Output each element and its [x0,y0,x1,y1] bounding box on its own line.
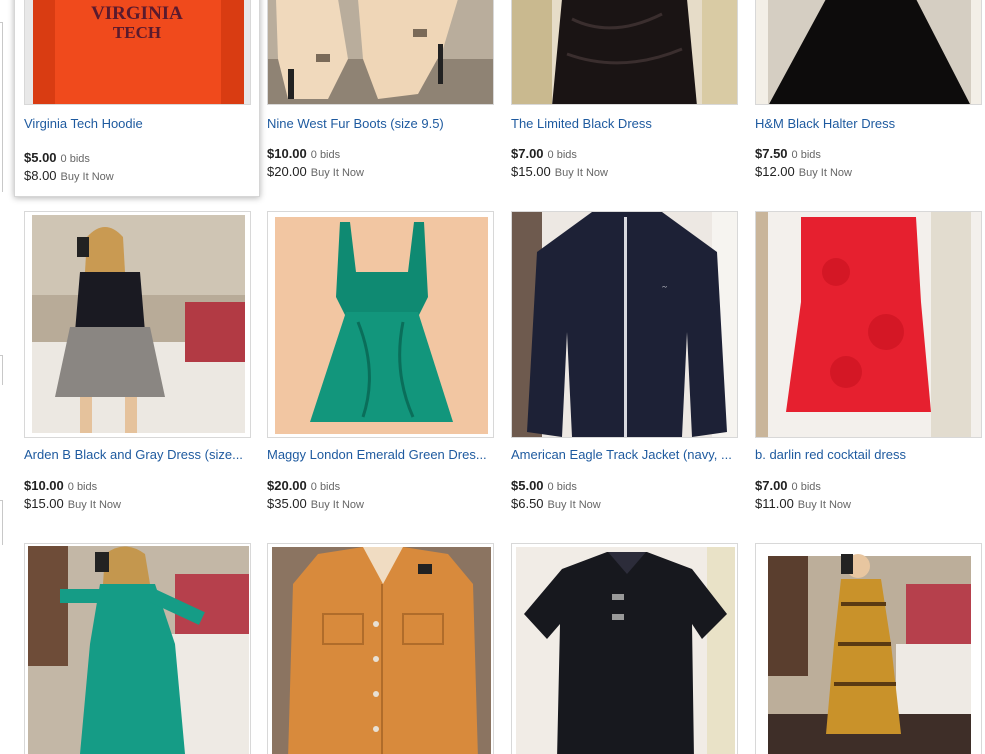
bin-price-line: $20.00 Buy It Now [267,163,364,181]
panel-edge-fragment [0,355,3,385]
listing-image[interactable] [755,211,982,438]
listing-image[interactable]: ~ [511,211,738,438]
bin-price-line: $11.00 Buy It Now [755,495,851,513]
bid-count: 0 bids [791,149,821,161]
bid-count: 0 bids [791,481,821,493]
red-dress-photo [756,212,981,437]
buy-it-now-label[interactable]: Buy It Now [798,499,851,511]
listing-image[interactable]: VIRGINIA TECH [24,0,251,105]
bin-price-line: $6.50 Buy It Now [511,495,601,513]
teal-sweater-dress-photo [25,544,250,754]
buy-it-now-label[interactable]: Buy It Now [311,167,364,179]
bid-count: 0 bids [547,149,577,161]
listing-image[interactable] [267,0,494,105]
panel-edge-fragment [0,22,3,192]
bin-price-line: $15.00 Buy It Now [511,163,608,181]
listing-title[interactable]: H&M Black Halter Dress [755,116,981,131]
listing-image[interactable] [267,211,494,438]
bid-count: 0 bids [310,481,341,493]
listing-title[interactable]: American Eagle Track Jacket (navy, ... [511,447,737,462]
listing-image[interactable] [24,543,251,754]
bin-price: $15.00 [511,164,551,179]
buy-it-now-label[interactable]: Buy It Now [548,499,601,511]
black-top-photo [512,544,737,754]
bid-price: $10.00 [267,146,307,161]
halter-dress-photo [756,0,981,104]
bin-price-line: $8.00 Buy It Now [24,167,114,185]
black-dress-photo [512,0,737,104]
bid-price: $5.00 [24,150,57,165]
listing-title[interactable]: b. darlin red cocktail dress [755,447,981,462]
panel-edge-fragment [0,500,3,545]
listing-image[interactable] [24,211,251,438]
listing-image[interactable] [267,543,494,754]
bid-price-line: $10.00 0 bids [24,477,97,495]
bid-price-line: $7.00 0 bids [755,477,821,495]
bid-price: $5.00 [511,478,544,493]
hoodie-photo: VIRGINIA TECH [25,0,250,104]
bid-count: 0 bids [60,153,90,165]
bid-price-line: $20.00 0 bids [267,477,340,495]
buy-it-now-label[interactable]: Buy It Now [555,167,608,179]
svg-text:~: ~ [662,282,667,292]
listing-image[interactable] [511,0,738,105]
hoodie-print-line2: TECH [113,23,161,42]
bid-count: 0 bids [310,149,341,161]
listing-title[interactable]: Nine West Fur Boots (size 9.5) [267,116,493,131]
listing-title[interactable]: The Limited Black Dress [511,116,737,131]
bin-price: $6.50 [511,496,544,511]
patterned-maxi-dress-photo [756,544,981,754]
listing-title[interactable]: Maggy London Emerald Green Dres... [267,447,493,462]
tan-jacket-photo [268,544,493,754]
bid-count: 0 bids [67,481,98,493]
listing-image[interactable] [511,543,738,754]
bid-price: $20.00 [267,478,307,493]
bid-price-line: $10.00 0 bids [267,145,340,163]
green-dress-photo [268,212,493,437]
buy-it-now-label[interactable]: Buy It Now [311,499,364,511]
bid-price: $7.00 [511,146,544,161]
bid-count: 0 bids [547,481,577,493]
bin-price: $11.00 [755,496,794,511]
arden-dress-photo [25,212,250,437]
boots-photo [268,0,493,104]
listing-image[interactable] [755,543,982,754]
left-panel-edge [0,0,4,754]
bin-price: $12.00 [755,164,795,179]
track-jacket-photo: ~ [512,212,737,437]
bin-price-line: $35.00 Buy It Now [267,495,364,513]
listing-image[interactable] [755,0,982,105]
buy-it-now-label[interactable]: Buy It Now [61,171,114,183]
listing-title[interactable]: Arden B Black and Gray Dress (size... [24,447,250,462]
bid-price-line: $5.00 0 bids [24,149,90,167]
bid-price: $7.00 [755,478,788,493]
bid-price: $10.00 [24,478,64,493]
buy-it-now-label[interactable]: Buy It Now [799,167,852,179]
bid-price-line: $7.00 0 bids [511,145,577,163]
bin-price: $20.00 [267,164,307,179]
bin-price-line: $15.00 Buy It Now [24,495,121,513]
bin-price: $8.00 [24,168,57,183]
buy-it-now-label[interactable]: Buy It Now [68,499,121,511]
bid-price: $7.50 [755,146,788,161]
bid-price-line: $7.50 0 bids [755,145,821,163]
listing-title[interactable]: Virginia Tech Hoodie [24,116,250,131]
bid-price-line: $5.00 0 bids [511,477,577,495]
bin-price-line: $12.00 Buy It Now [755,163,852,181]
bin-price: $35.00 [267,496,307,511]
bin-price: $15.00 [24,496,64,511]
hoodie-print-line1: VIRGINIA [91,3,183,24]
